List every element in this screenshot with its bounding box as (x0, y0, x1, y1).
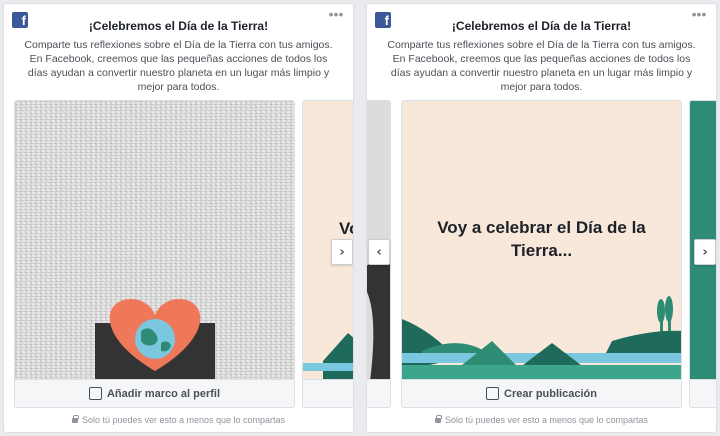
profile-frame-image (15, 101, 294, 381)
earth-day-card: f ••• ¡Celebremos el Día de la Tierra! C… (366, 3, 717, 433)
carousel: Voy a celebrar el Día de la Tierra... Cr… (367, 100, 716, 410)
carousel-next-button[interactable]: › (694, 239, 716, 265)
add-frame-label: Añadir marco al perfil (106, 387, 221, 400)
earth-day-card: f ••• ¡Celebremos el Día de la Tierra! C… (3, 3, 354, 433)
earth-day-landscape-image: Voy a celebrar el Día de la Tierra... (402, 101, 681, 381)
privacy-note: Solo tú puedes ver esto a menos que lo c… (367, 415, 716, 425)
card-title: ¡Celebremos el Día de la Tierra! (451, 19, 632, 33)
carousel-prev-button[interactable]: ‹ (368, 239, 390, 265)
carousel: Añadir marco al perfil Vo › (4, 100, 353, 410)
carousel-next-button[interactable]: › (331, 239, 353, 265)
card-title: ¡Celebremos el Día de la Tierra! (88, 19, 269, 33)
profile-frame-icon (88, 387, 102, 400)
chevron-right-icon: › (339, 244, 345, 260)
chevron-left-icon: ‹ (376, 244, 382, 260)
slide-profile-frame[interactable]: Añadir marco al perfil (14, 100, 295, 408)
landscape-illustration (402, 296, 681, 381)
chevron-right-icon: › (702, 244, 708, 260)
lock-icon (434, 415, 442, 423)
create-post-button[interactable]: Crear publicación (402, 379, 681, 407)
card-description: Comparte tus reflexiones sobre el Día de… (24, 39, 333, 93)
privacy-note: Solo tú puedes ver esto a menos que lo c… (4, 415, 353, 425)
lock-icon (71, 415, 79, 423)
create-post-label: Crear publicación (504, 387, 597, 400)
card-description: Comparte tus reflexiones sobre el Día de… (387, 39, 696, 93)
add-frame-button[interactable]: Añadir marco al perfil (15, 379, 294, 407)
edit-icon (486, 387, 500, 400)
slide-create-post[interactable]: Voy a celebrar el Día de la Tierra... Cr… (401, 100, 682, 408)
earth-heart-frame (95, 299, 215, 381)
